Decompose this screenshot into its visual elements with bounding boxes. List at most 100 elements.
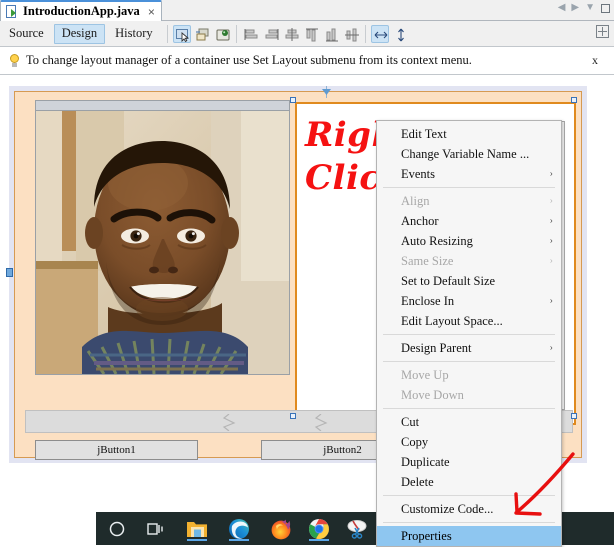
tab-source[interactable]: Source — [1, 24, 52, 44]
auto-resize-vertical-icon[interactable] — [391, 25, 409, 43]
selection-mode-icon[interactable] — [172, 24, 191, 43]
scroll-right-icon[interactable]: ▶ — [571, 3, 579, 13]
auto-resize-horizontal-icon[interactable] — [370, 24, 389, 43]
toolbar-align-group — [242, 25, 360, 43]
menu-item-label: Same Size — [401, 253, 454, 268]
expand-window-icon[interactable] — [596, 25, 609, 38]
menu-item-customize-code[interactable]: Customize Code... — [377, 499, 561, 519]
align-center-icon[interactable] — [282, 25, 300, 43]
menu-item-label: Cut — [401, 414, 420, 429]
menu-separator — [383, 334, 555, 335]
menu-item-label: Auto Resizing — [401, 233, 473, 248]
menu-item-label: Properties — [401, 528, 452, 543]
menu-item-label: Move Down — [401, 387, 464, 402]
maximize-icon[interactable] — [601, 3, 610, 13]
menu-item-label: Change Variable Name ... — [401, 146, 530, 161]
connection-mode-icon[interactable] — [193, 25, 211, 43]
taskbar-running-indicator — [229, 539, 249, 541]
toolbar-resize-group — [370, 24, 409, 43]
editor-file-tab[interactable]: IntroductionApp.java × — [0, 0, 162, 21]
menu-item-change-variable-name[interactable]: Change Variable Name ... — [377, 144, 561, 164]
menu-separator — [383, 522, 555, 523]
resize-handle-top-left[interactable] — [290, 97, 296, 103]
menu-item-label: Customize Code... — [401, 501, 494, 516]
tab-history[interactable]: History — [107, 24, 161, 44]
menu-item-enclose-in[interactable]: Enclose In › — [377, 291, 561, 311]
google-chrome-icon[interactable] — [306, 516, 332, 542]
align-right-icon[interactable] — [262, 25, 280, 43]
java-file-icon — [6, 4, 19, 19]
tab-design[interactable]: Design — [53, 23, 106, 44]
scroll-left-icon[interactable]: ◀ — [558, 3, 566, 13]
hint-text: To change layout manager of a container … — [26, 53, 472, 67]
chevron-down-icon[interactable]: ▼ — [585, 3, 595, 13]
menu-item-label: Events — [401, 166, 436, 181]
menu-item-edit-text[interactable]: Edit Text — [377, 124, 561, 144]
snipping-tool-icon[interactable] — [344, 516, 370, 542]
menu-separator — [383, 187, 555, 188]
menu-separator — [383, 408, 555, 409]
menu-item-label: Set to Default Size — [401, 273, 496, 288]
lightbulb-icon — [8, 53, 20, 68]
chevron-right-icon: › — [549, 168, 553, 180]
taskbar-running-indicator — [187, 539, 207, 541]
jbutton1[interactable]: jButton1 — [35, 440, 198, 460]
preview-design-icon[interactable] — [213, 25, 231, 43]
menu-item-move-up: Move Up — [377, 365, 561, 385]
resize-handle-bottom-left[interactable] — [290, 413, 296, 419]
menu-item-copy[interactable]: Copy — [377, 432, 561, 452]
editor-tab-strip: IntroductionApp.java × ◀ ▶ ▼ — [0, 0, 614, 21]
menu-separator — [383, 361, 555, 362]
align-top-icon[interactable] — [302, 25, 320, 43]
anchor-guide-arrow — [322, 89, 331, 95]
cortana-search-icon[interactable] — [104, 516, 130, 542]
chevron-right-icon: › — [549, 342, 553, 354]
spring-icon — [314, 414, 328, 431]
align-left-icon[interactable] — [242, 25, 260, 43]
chevron-right-icon: › — [549, 255, 553, 267]
hint-close-button[interactable]: x — [592, 53, 598, 68]
menu-item-delete[interactable]: Delete — [377, 472, 561, 492]
context-menu[interactable]: Edit Text Change Variable Name ... Event… — [376, 120, 562, 547]
menu-item-label: Edit Layout Space... — [401, 313, 503, 328]
menu-item-same-size: Same Size › — [377, 251, 561, 271]
menu-item-design-parent[interactable]: Design Parent › — [377, 338, 561, 358]
menu-item-label: Anchor — [401, 213, 439, 228]
align-bottom-icon[interactable] — [322, 25, 340, 43]
microsoft-edge-icon[interactable] — [226, 516, 252, 542]
editor-nav-buttons: ◀ ▶ ▼ — [558, 3, 610, 13]
chevron-right-icon: › — [549, 235, 553, 247]
menu-item-anchor[interactable]: Anchor › — [377, 211, 561, 231]
toolbar-separator-2 — [235, 24, 237, 43]
menu-item-duplicate[interactable]: Duplicate — [377, 452, 561, 472]
design-toolbar: Source Design History — [0, 21, 614, 47]
align-middle-icon[interactable] — [342, 25, 360, 43]
firefox-icon[interactable] — [268, 516, 294, 542]
taskbar-running-indicator — [309, 539, 329, 541]
anchor-handle-left[interactable] — [6, 268, 13, 277]
resize-handle-top-right[interactable] — [571, 97, 577, 103]
menu-item-cut[interactable]: Cut — [377, 412, 561, 432]
close-icon[interactable]: × — [148, 6, 155, 18]
menu-item-label: Enclose In — [401, 293, 455, 308]
menu-item-events[interactable]: Events › — [377, 164, 561, 184]
toolbar-mode-group — [172, 24, 231, 43]
chevron-right-icon: › — [549, 295, 553, 307]
task-view-icon[interactable] — [142, 516, 168, 542]
menu-item-set-to-default-size[interactable]: Set to Default Size — [377, 271, 561, 291]
menu-item-edit-layout-space[interactable]: Edit Layout Space... — [377, 311, 561, 331]
menu-item-label: Delete — [401, 474, 434, 489]
menu-item-label: Align — [401, 193, 430, 208]
chevron-right-icon: › — [549, 195, 553, 207]
menu-item-label: Duplicate — [401, 454, 450, 469]
toolbar-separator — [166, 24, 168, 43]
menu-item-label: Design Parent — [401, 340, 472, 355]
menu-item-auto-resizing[interactable]: Auto Resizing › — [377, 231, 561, 251]
file-explorer-icon[interactable] — [184, 516, 210, 542]
menu-item-label: Move Up — [401, 367, 449, 382]
chevron-right-icon: › — [549, 215, 553, 227]
menu-item-align: Align › — [377, 191, 561, 211]
menu-item-properties[interactable]: Properties — [377, 526, 561, 546]
resize-handle-bottom-right[interactable] — [571, 413, 577, 419]
spring-icon — [222, 414, 236, 431]
